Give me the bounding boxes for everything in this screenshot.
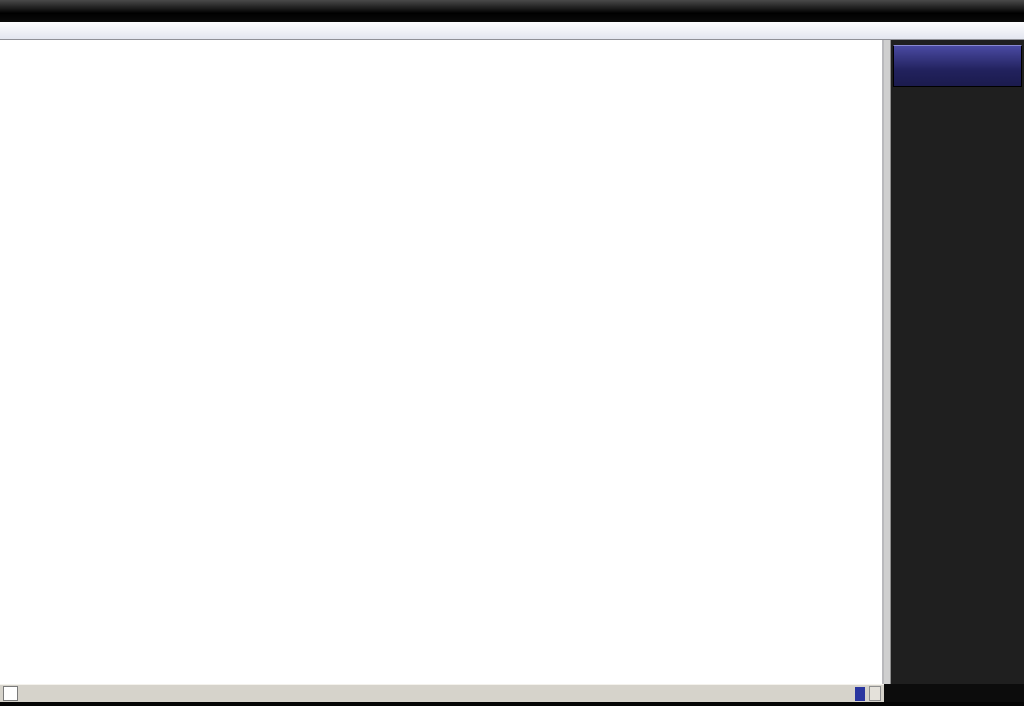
menu-bar <box>0 22 1024 40</box>
softkey-menu-title <box>893 45 1022 87</box>
status-bar-filler <box>884 684 1024 702</box>
alert-badge <box>869 686 881 701</box>
tr1-header[interactable] <box>4 43 68 88</box>
window-titlebar[interactable] <box>0 0 1024 22</box>
tr2-logmag-plot <box>75 390 433 673</box>
trace-display-area <box>0 40 882 684</box>
status-row <box>0 684 1024 702</box>
bottom-edge <box>0 702 1024 706</box>
softkey-scroll-strip[interactable] <box>884 40 891 684</box>
status-bar <box>0 684 884 702</box>
calibration-badge <box>855 687 865 701</box>
main-area <box>0 40 1024 684</box>
softkey-sidebar <box>884 40 1024 684</box>
channel-number-box <box>3 686 18 701</box>
tr3-smith-chart <box>452 385 884 686</box>
tr1-swr-plot <box>75 66 878 353</box>
stop-group <box>851 686 884 701</box>
network-analyzer-window <box>0 0 1024 706</box>
